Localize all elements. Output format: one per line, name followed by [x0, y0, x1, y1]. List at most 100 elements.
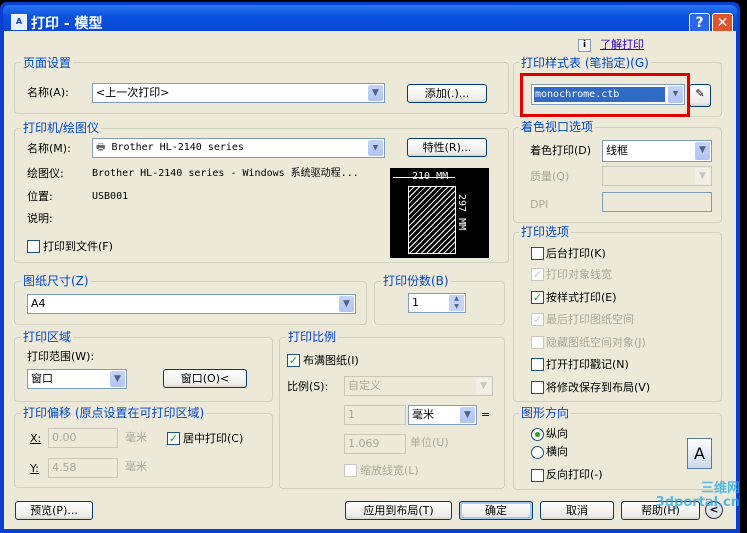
plot-option-checkbox[interactable]	[531, 381, 544, 394]
portrait-radio[interactable]	[531, 428, 544, 441]
reverse-label: 反向打印(-)	[546, 468, 603, 481]
window-pick-button[interactable]: 窗口(O)<	[163, 369, 247, 388]
scale-unit-value: 毫米	[412, 408, 434, 421]
plot-option-label: 打印对象线宽	[546, 268, 612, 281]
reverse-checkbox[interactable]	[531, 469, 544, 482]
chevron-down-icon[interactable]: ▼	[368, 140, 383, 156]
window-title: 打印 - 模型	[31, 16, 103, 32]
chevron-down-icon[interactable]: ▼	[668, 86, 683, 103]
plotter-value: Brother HL-2140 series - Windows 系统驱动程..…	[92, 168, 359, 179]
printer-name-value: Brother HL-2140 series	[111, 142, 244, 153]
scale-label: 比例(S):	[287, 380, 329, 393]
equals-sign: =	[481, 408, 491, 421]
scale-value2-input[interactable]: 1.069	[344, 434, 406, 454]
preview-button[interactable]: 预览(P)...	[15, 501, 93, 520]
pencil-icon: ✎	[695, 87, 705, 100]
print-to-file-checkbox[interactable]	[27, 240, 40, 253]
plot-option-checkbox[interactable]	[531, 358, 544, 371]
learn-plotting-link[interactable]: 了解打印	[600, 38, 644, 52]
cancel-button[interactable]: 取消	[540, 501, 614, 520]
scale-value1-input[interactable]: 1	[344, 405, 406, 425]
location-label: 位置:	[27, 190, 53, 203]
plotter-label: 绘图仪:	[27, 167, 64, 180]
plot-area-title: 打印区域	[21, 330, 74, 344]
properties-button[interactable]: 特性(R)...	[407, 138, 487, 157]
description-label: 说明:	[27, 212, 53, 225]
page-setup-title: 页面设置	[21, 56, 74, 70]
plot-option-label: 打开打印戳记(N)	[546, 358, 629, 371]
y-unit-label: 毫米	[125, 460, 147, 473]
plot-option-checkbox[interactable]: ✓	[531, 291, 544, 304]
plot-option-label: 隐藏图纸空间对象(J)	[546, 336, 646, 349]
plot-option-label: 按样式打印(E)	[546, 291, 617, 304]
printer-icon: 🖶	[96, 142, 106, 153]
copies-value: 1	[412, 296, 419, 309]
apply-to-layout-button[interactable]: 应用到布局(T)	[345, 501, 452, 520]
page-setup-name-combo[interactable]: <上一次打印> ▼	[92, 83, 385, 103]
center-plot-checkbox[interactable]: ✓	[167, 432, 180, 445]
spinner-up-down-icon[interactable]: ▲ ▼	[449, 295, 464, 311]
printer-title: 打印机/绘图仪	[21, 121, 102, 135]
y-offset-input[interactable]: 4.58	[48, 458, 118, 478]
quality-combo[interactable]: ▼	[602, 166, 712, 186]
plot-style-title: 打印样式表 (笔指定)(G)	[519, 56, 651, 70]
orientation-preview-icon: A	[687, 438, 712, 469]
chevron-down-icon[interactable]: ▼	[695, 142, 710, 160]
x-offset-label: X:	[30, 432, 42, 445]
chevron-down-icon[interactable]: ▼	[339, 296, 354, 312]
chevron-down-icon: ▼	[476, 378, 491, 394]
copies-title: 打印份数(B)	[381, 274, 451, 288]
copies-input[interactable]: 1 ▲ ▼	[408, 293, 466, 313]
edit-style-button[interactable]: ✎	[689, 84, 711, 107]
scale-value: 自定义	[348, 379, 381, 392]
x-unit-label: 毫米	[125, 431, 147, 444]
paper-size-combo[interactable]: A4 ▼	[27, 294, 356, 314]
info-icon: i	[578, 39, 591, 52]
chevron-down-icon[interactable]: ▼	[460, 407, 475, 423]
plot-option-label: 后台打印(K)	[546, 247, 606, 260]
y-offset-label: Y:	[30, 462, 39, 475]
preview-height-label: 297 MM	[456, 194, 467, 231]
plot-option-checkbox[interactable]	[531, 247, 544, 260]
page-setup-name-label: 名称(A):	[27, 86, 69, 99]
watermark: 三维网 3dportal.cn	[655, 481, 740, 510]
plot-option-checkbox: ✓	[531, 313, 544, 326]
chevron-down-icon[interactable]: ▼	[110, 371, 125, 387]
chevron-down-icon[interactable]: ▼	[368, 85, 383, 101]
plot-style-value: monochrome.ctb	[534, 87, 665, 102]
width-dimension-line	[393, 177, 455, 178]
landscape-label: 横向	[546, 445, 568, 458]
dpi-label: DPI	[530, 198, 549, 211]
ok-button[interactable]: 确定	[459, 501, 533, 520]
units-label: 单位(U)	[410, 436, 449, 449]
scale-lineweights-checkbox[interactable]	[344, 464, 357, 477]
plot-range-combo[interactable]: 窗口 ▼	[27, 369, 127, 389]
add-button[interactable]: 添加(.)...	[407, 84, 487, 103]
shade-plot-combo[interactable]: 线框 ▼	[602, 140, 712, 162]
x-offset-input[interactable]: 0.00	[48, 428, 118, 448]
plot-range-label: 打印范围(W):	[27, 350, 95, 363]
plot-option-label: 最后打印图纸空间	[546, 313, 634, 326]
fit-to-paper-checkbox[interactable]: ✓	[287, 354, 300, 367]
plot-style-combo[interactable]: monochrome.ctb ▼	[531, 84, 685, 105]
center-plot-label: 居中打印(C)	[183, 432, 244, 445]
plot-option-label: 将修改保存到布局(V)	[546, 381, 651, 394]
scale-combo[interactable]: 自定义 ▼	[344, 376, 493, 396]
landscape-radio[interactable]	[531, 446, 544, 459]
shade-plot-value: 线框	[606, 144, 628, 157]
title-bar[interactable]: A 打印 - 模型 ? ✕	[3, 5, 737, 34]
plot-offset-title: 打印偏移 (原点设置在可打印区域)	[21, 406, 207, 420]
orientation-title: 图形方向	[519, 406, 572, 420]
scale-unit-combo[interactable]: 毫米 ▼	[408, 405, 477, 425]
plot-option-checkbox	[531, 336, 544, 349]
paper-hatch	[408, 186, 456, 254]
paper-size-title: 图纸尺寸(Z)	[21, 274, 91, 288]
shade-plot-label: 着色打印(D)	[530, 144, 592, 157]
fit-to-paper-label: 布满图纸(I)	[303, 354, 359, 367]
dpi-input[interactable]	[602, 192, 712, 212]
chevron-down-icon: ▼	[695, 168, 710, 184]
scale-lineweights-label: 缩放线宽(L)	[360, 464, 419, 477]
autocad-app-icon: A	[11, 14, 27, 30]
paper-preview: 210 MM 297 MM	[390, 168, 489, 258]
printer-name-combo[interactable]: 🖶 Brother HL-2140 series ▼	[92, 138, 385, 158]
